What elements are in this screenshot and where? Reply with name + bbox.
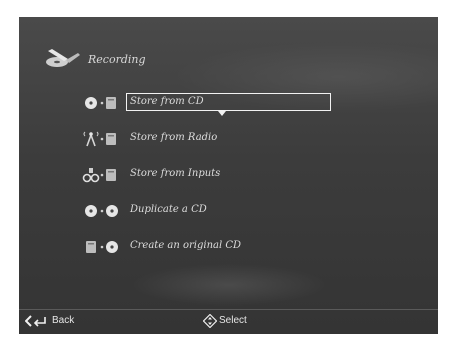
back-arrow-icon (25, 315, 46, 327)
menu-item-label: Store from Radio (130, 132, 218, 143)
radio-to-storage-icon (82, 130, 122, 148)
recording-menu: Store from CD Store from Radio Store fro… (19, 17, 438, 334)
menu-item-label: Store from Inputs (130, 168, 221, 179)
menu-item-label: Create an original CD (130, 240, 242, 251)
select-label: Select (219, 315, 247, 326)
selection-down-arrow-icon (218, 111, 226, 116)
cd-to-storage-icon (82, 94, 122, 112)
recording-screen: Recording Store from CD Store from Radio… (19, 17, 438, 334)
navigation-pad-icon (203, 314, 217, 328)
storage-to-cd-icon (82, 238, 122, 256)
menu-item-label: Store from CD (130, 96, 204, 107)
footer-bar: Back Select (19, 313, 438, 331)
menu-item-label: Duplicate a CD (130, 204, 207, 215)
inputs-to-storage-icon (82, 166, 122, 184)
footer-divider (19, 309, 438, 310)
back-label: Back (52, 315, 75, 326)
cd-to-cd-icon (82, 202, 122, 220)
